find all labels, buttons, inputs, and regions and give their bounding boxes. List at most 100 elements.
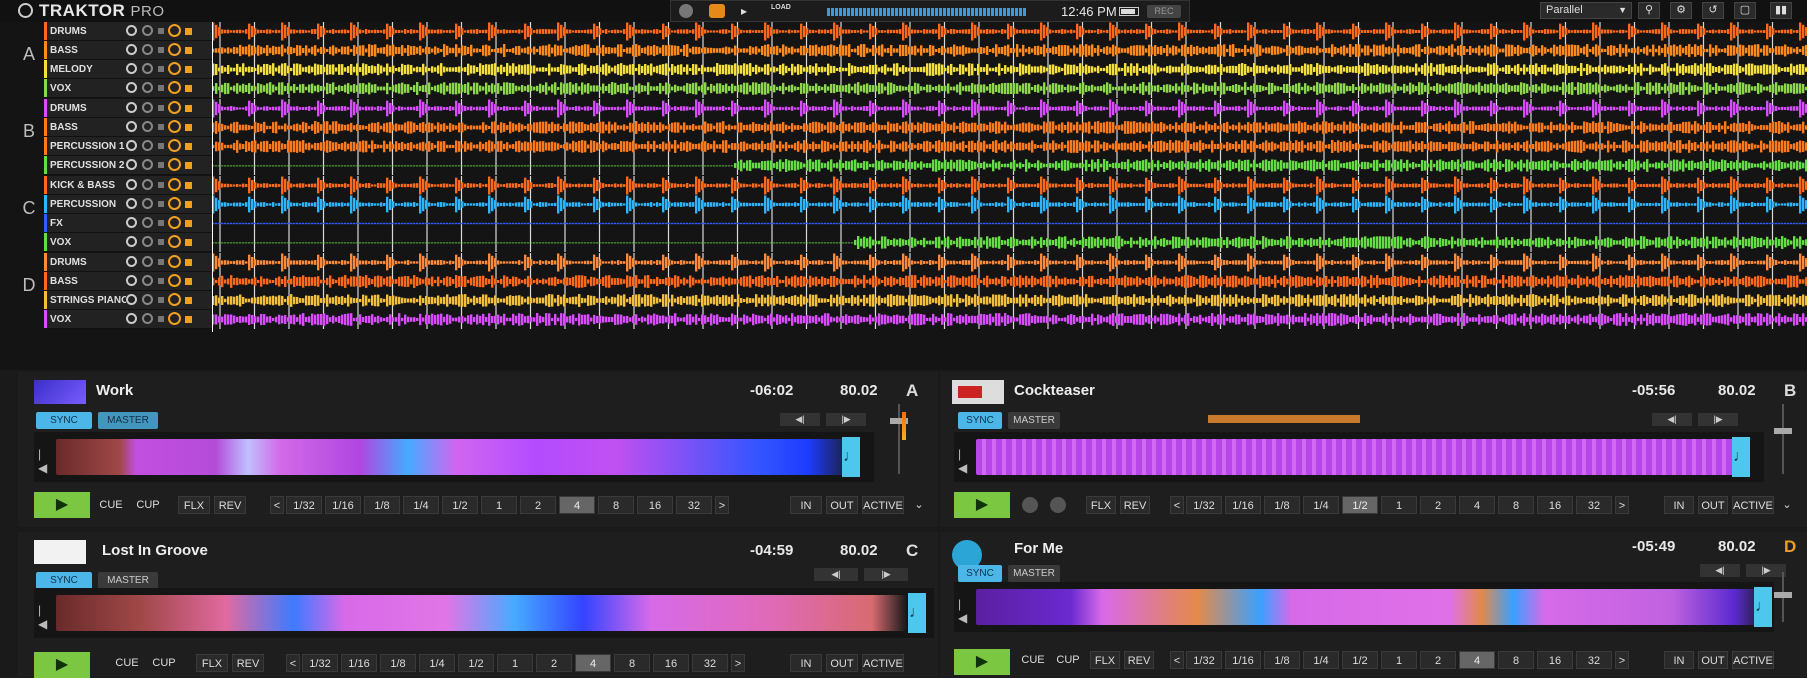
load-icon[interactable]: LOAD — [771, 4, 801, 18]
loop-size-32[interactable]: 32 — [692, 654, 728, 672]
stem-filter-knob[interactable] — [142, 236, 153, 247]
stem-volume-knob[interactable] — [126, 217, 137, 228]
loop-size-1-16[interactable]: 1/16 — [325, 496, 361, 514]
loop-size-1-8[interactable]: 1/8 — [1264, 496, 1300, 514]
stem-volume-knob[interactable] — [126, 140, 137, 151]
loop-size-1-32[interactable]: 1/32 — [1186, 496, 1222, 514]
channel-fader[interactable] — [888, 404, 910, 484]
mixer-mode-select[interactable]: Parallel ▼ — [1540, 2, 1632, 19]
master-button[interactable]: MASTER — [1008, 565, 1060, 582]
track-overview[interactable]: |◀ ♩ — [954, 432, 1764, 482]
loop-in-button[interactable]: IN — [790, 496, 822, 514]
loop-size-1[interactable]: 1 — [497, 654, 533, 672]
fullscreen-icon[interactable]: ▢ — [1734, 2, 1756, 19]
loop-size-1-8[interactable]: 1/8 — [1264, 651, 1300, 669]
loop-size-1-16[interactable]: 1/16 — [1225, 496, 1261, 514]
reverse-button[interactable]: REV — [1124, 651, 1154, 669]
loop-size-1-32[interactable]: 1/32 — [1186, 651, 1222, 669]
track-overview[interactable]: |◀ ♩ — [34, 588, 934, 638]
beatjump-forward-button[interactable]: |▶ — [826, 413, 866, 426]
track-start-icon[interactable]: |◀ — [958, 597, 968, 615]
loop-size-next-button[interactable]: > — [731, 654, 745, 672]
stem-mute-button[interactable] — [158, 28, 164, 34]
search-icon[interactable]: ⚲ — [1638, 2, 1660, 19]
loop-size-1-4[interactable]: 1/4 — [1303, 651, 1339, 669]
loop-size-next-button[interactable]: > — [715, 496, 729, 514]
layout-icon[interactable]: ▮▮ — [1770, 2, 1792, 19]
album-art[interactable] — [34, 540, 86, 564]
stem-fx-button[interactable] — [185, 297, 192, 304]
stem-mute-button[interactable] — [158, 201, 164, 207]
stem-mute-button[interactable] — [158, 124, 164, 130]
master-button[interactable]: MASTER — [98, 412, 158, 429]
loop-size-8[interactable]: 8 — [614, 654, 650, 672]
stem-volume-knob[interactable] — [126, 313, 137, 324]
stem-volume-knob[interactable] — [126, 275, 137, 286]
stem-volume-knob[interactable] — [126, 236, 137, 247]
stem-fx-button[interactable] — [185, 220, 192, 227]
beatjump-forward-button[interactable]: |▶ — [864, 568, 908, 581]
stem-mute-button[interactable] — [158, 162, 164, 168]
loop-size-1-16[interactable]: 1/16 — [341, 654, 377, 672]
stem-filter-knob[interactable] — [142, 198, 153, 209]
cue-button[interactable]: CUE — [1018, 651, 1048, 669]
track-overview[interactable]: |◀ ♩ — [954, 582, 1774, 632]
loop-size-1-8[interactable]: 1/8 — [380, 654, 416, 672]
loop-out-button[interactable]: OUT — [1698, 651, 1728, 669]
stem-fx-knob[interactable] — [168, 216, 181, 229]
reverse-button[interactable]: REV — [1120, 496, 1150, 514]
stem-waveforms[interactable] — [212, 22, 1807, 370]
loop-size-32[interactable]: 32 — [676, 496, 712, 514]
stem-mute-button[interactable] — [158, 105, 164, 111]
stem-fx-button[interactable] — [185, 124, 192, 131]
settings-icon[interactable]: ⚙ — [1670, 2, 1692, 19]
stem-fx-button[interactable] — [185, 316, 192, 323]
stem-fx-knob[interactable] — [168, 274, 181, 287]
stem-fx-button[interactable] — [185, 143, 192, 150]
chevron-down-icon[interactable]: ⌄ — [910, 496, 928, 514]
loop-size-1-4[interactable]: 1/4 — [419, 654, 455, 672]
beatjump-back-button[interactable]: ◀| — [814, 568, 858, 581]
stem-fx-knob[interactable] — [168, 139, 181, 152]
album-art[interactable] — [952, 380, 1004, 404]
loop-size-1[interactable]: 1 — [1381, 651, 1417, 669]
cue-circle-button[interactable] — [1022, 497, 1038, 513]
flux-button[interactable]: FLX — [178, 496, 210, 514]
play-button[interactable]: ▶ — [34, 652, 90, 678]
beatjump-back-button[interactable]: ◀| — [780, 413, 820, 426]
loop-size-1-4[interactable]: 1/4 — [1303, 496, 1339, 514]
stem-fx-button[interactable] — [185, 259, 192, 266]
beatjump-back-button[interactable]: ◀| — [1652, 413, 1692, 426]
volume-icon[interactable]: ▸ — [741, 4, 757, 18]
stem-filter-knob[interactable] — [142, 159, 153, 170]
loop-size-2[interactable]: 2 — [536, 654, 572, 672]
loop-size-1-2[interactable]: 1/2 — [1342, 651, 1378, 669]
sync-button[interactable]: SYNC — [958, 565, 1002, 582]
loop-size-2[interactable]: 2 — [1420, 496, 1456, 514]
stem-mute-button[interactable] — [158, 316, 164, 322]
loop-size-16[interactable]: 16 — [1537, 496, 1573, 514]
stem-fx-knob[interactable] — [168, 62, 181, 75]
loop-size-16[interactable]: 16 — [637, 496, 673, 514]
track-overview[interactable]: |◀ ♩ — [34, 432, 874, 482]
stem-fx-knob[interactable] — [168, 24, 181, 37]
stem-fx-button[interactable] — [185, 47, 192, 54]
play-button[interactable]: ▶ — [954, 649, 1010, 675]
stem-volume-knob[interactable] — [126, 82, 137, 93]
stem-fx-knob[interactable] — [168, 158, 181, 171]
loop-in-button[interactable]: IN — [790, 654, 822, 672]
loop-size-32[interactable]: 32 — [1576, 651, 1612, 669]
stem-filter-knob[interactable] — [142, 217, 153, 228]
loop-size-prev-button[interactable]: < — [1170, 496, 1184, 514]
stem-fx-knob[interactable] — [168, 101, 181, 114]
audio-interface-icon[interactable] — [709, 4, 725, 18]
loop-size-1[interactable]: 1 — [481, 496, 517, 514]
native-instruments-icon[interactable] — [679, 4, 693, 18]
loop-size-prev-button[interactable]: < — [286, 654, 300, 672]
loop-size-4[interactable]: 4 — [1459, 651, 1495, 669]
stem-filter-knob[interactable] — [142, 140, 153, 151]
stem-filter-knob[interactable] — [142, 275, 153, 286]
loop-size-4[interactable]: 4 — [575, 654, 611, 672]
reverse-button[interactable]: REV — [214, 496, 246, 514]
track-start-icon[interactable]: |◀ — [38, 603, 48, 621]
